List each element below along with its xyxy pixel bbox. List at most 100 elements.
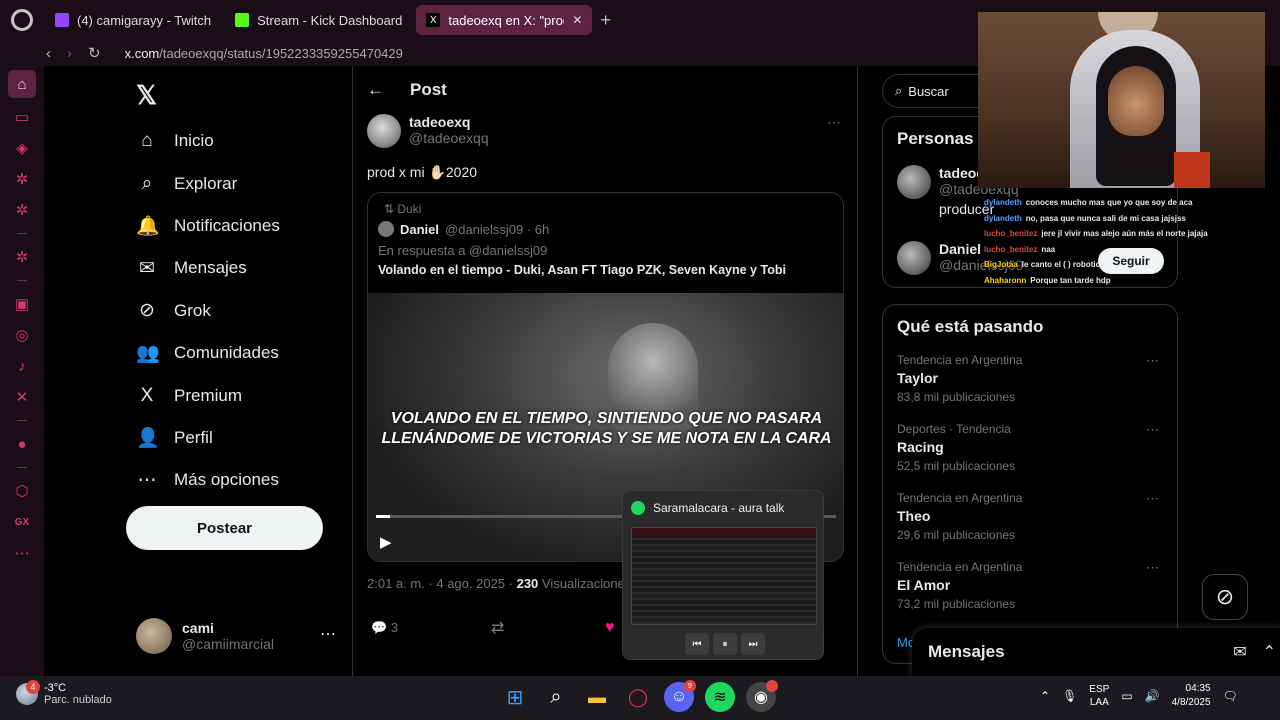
nav-perfil[interactable]: 👤 Perfil — [136, 417, 280, 459]
lyrics-line: VOLANDO EN EL TIEMPO, SINTIENDO QUE NO P… — [390, 410, 823, 427]
gx-icon[interactable]: GX — [10, 510, 34, 534]
back-icon[interactable]: ‹ — [46, 45, 51, 62]
weather-description: Parc. nublado — [44, 694, 112, 706]
home-icon[interactable]: ⌂ — [8, 70, 36, 98]
next-track-icon[interactable]: ⏭ — [741, 633, 765, 655]
tab-kick[interactable]: Stream - Kick Dashboard — [225, 5, 412, 35]
language-indicator[interactable]: ESP LAA — [1089, 683, 1109, 709]
x-icon[interactable]: ✕ — [10, 385, 34, 409]
repost-attribution: ⇅ Duki — [384, 202, 422, 216]
notifications-icon[interactable]: 🗨 — [1223, 689, 1238, 703]
search-icon[interactable]: ⌕ — [541, 682, 571, 712]
sidebar-divider — [17, 233, 27, 234]
openai-icon[interactable]: ✲ — [10, 245, 34, 269]
messages-drawer[interactable]: Mensajes ✉ ⌃ — [912, 628, 1280, 676]
opera-logo-icon[interactable] — [11, 9, 33, 31]
grok-icon[interactable]: ⊘ — [1202, 574, 1248, 620]
more-icon[interactable]: ⋯ — [10, 541, 34, 565]
trend-item[interactable]: Tendencia en Argentina Theo 29,6 mil pub… — [897, 491, 1163, 542]
more-icon[interactable]: ⋯ — [1146, 353, 1159, 369]
url-field[interactable]: x.com/tadeoexqq/status/19522333592554704… — [125, 46, 403, 61]
shield-icon[interactable]: ⬡ — [10, 479, 34, 503]
clock[interactable]: 04:35 4/8/2025 — [1172, 682, 1211, 710]
display-icon[interactable]: ▭ — [1121, 689, 1132, 703]
trend-item[interactable]: Tendencia en Argentina El Amor 73,2 mil … — [897, 560, 1163, 611]
more-icon[interactable]: ⋯ — [1146, 491, 1159, 507]
avatar — [136, 618, 172, 654]
nav-notificaciones[interactable]: 🔔 Notificaciones — [136, 205, 280, 247]
close-icon[interactable]: ✕ — [572, 13, 582, 27]
more-icon[interactable]: ⋯ — [827, 114, 841, 131]
chat-user: lucho_benitez — [984, 229, 1038, 239]
sidebar-divider — [17, 280, 27, 281]
discord-icon[interactable]: ☺ 9 — [664, 680, 696, 712]
weather-widget[interactable]: 4 -3°C Parc. nublado — [16, 680, 112, 706]
x-nav: ⌂ Inicio ⌕ Explorar 🔔 Notificaciones ✉ Mensa… — [136, 120, 280, 502]
obs-icon[interactable]: ◉ — [746, 680, 778, 712]
spotify-icon[interactable]: ≋ — [705, 682, 735, 712]
ai-icon[interactable]: ▭ — [10, 105, 34, 129]
tab-twitch[interactable]: (4) camigarayy - Twitch — [45, 5, 221, 35]
microphone-icon[interactable]: 🎙 — [1062, 689, 1077, 703]
tiktok-icon[interactable]: ♪ — [10, 354, 34, 378]
profile-icon: 👤 — [136, 427, 160, 449]
forward-icon[interactable]: › — [67, 45, 72, 62]
tab-x-post[interactable]: X tadeoexq en X: "prod x mi ✕ — [416, 5, 593, 35]
repost-icon[interactable]: ⇄ — [491, 618, 605, 638]
new-message-icon[interactable]: ✉ — [1233, 642, 1246, 662]
more-icon[interactable]: ⋯ — [1146, 422, 1159, 438]
chat-user: dylandeth — [984, 213, 1022, 223]
trend-context: Tendencia en Argentina — [897, 491, 1023, 505]
more-icon[interactable]: ⋯ — [1146, 560, 1159, 576]
nav-premium[interactable]: X Premium — [136, 374, 280, 416]
nav-comunidades[interactable]: 👥 Comunidades — [136, 332, 280, 374]
windows-start-icon[interactable]: ⊞ — [500, 682, 530, 712]
chevron-up-icon[interactable]: ⌃ — [1040, 689, 1050, 703]
reply-button[interactable]: 💬 3 — [371, 620, 491, 636]
new-tab-button[interactable]: + — [600, 10, 611, 31]
back-arrow-icon[interactable]: ← — [367, 80, 384, 100]
grok-icon: ⊘ — [139, 300, 155, 322]
opera-gx-icon[interactable]: ◯ — [623, 682, 653, 712]
nav-inicio[interactable]: ⌂ Inicio — [136, 120, 280, 162]
extension-icon[interactable]: ✲ — [10, 198, 34, 222]
windows-taskbar: 4 -3°C Parc. nublado ⊞ ⌕ ▬ ◯ ☺ 9 ≋ ◉ ⌃ 🎙 … — [0, 676, 1280, 720]
lyrics-line: LLENÁNDOME DE VICTORIAS Y SE ME NOTA EN … — [381, 430, 832, 447]
chat-text: naa — [1041, 244, 1056, 254]
trend-name: El Amor — [897, 577, 951, 593]
spotify-taskbar-preview[interactable]: Saramalacara - aura talk ⏮ ⏸ ⏭ — [622, 490, 824, 660]
previous-track-icon[interactable]: ⏮ — [685, 633, 709, 655]
player-icon[interactable]: ● — [10, 432, 34, 456]
nav-explorar[interactable]: ⌕ Explorar — [136, 162, 280, 204]
avatar — [897, 165, 931, 199]
chatgpt-icon[interactable]: ✲ — [10, 167, 34, 191]
nav-mensajes[interactable]: ✉ Mensajes — [136, 247, 280, 289]
file-explorer-icon[interactable]: ▬ — [582, 682, 612, 712]
aria-icon[interactable]: ◈ — [10, 136, 34, 160]
nav-mas-opciones[interactable]: ⋯ Más opciones — [136, 459, 280, 501]
search-placeholder: Buscar — [908, 83, 949, 99]
chat-message: lucho_benitez jere jl vivir mas alejo aún… — [984, 226, 1234, 242]
more-icon[interactable]: ⋯ — [320, 624, 336, 644]
notification-badge: 9 — [684, 680, 696, 692]
post-button[interactable]: Postear — [126, 506, 323, 550]
volume-icon[interactable]: 🔊 — [1145, 689, 1160, 703]
pause-icon[interactable]: ⏸ — [713, 633, 737, 655]
nav-grok[interactable]: ⊘ Grok — [136, 290, 280, 332]
reload-icon[interactable]: ↻ — [88, 44, 101, 62]
nav-label: Grok — [174, 300, 211, 320]
instagram-icon[interactable]: ◎ — [10, 323, 34, 347]
trend-item[interactable]: Deportes · Tendencia Racing 52,5 mil pub… — [897, 422, 1163, 473]
streamer-face — [1108, 66, 1164, 136]
cloud-icon: 4 — [16, 680, 40, 705]
twitch-icon[interactable]: ▣ — [10, 292, 34, 316]
x-logo-icon[interactable]: 𝕏 — [136, 80, 157, 111]
trend-item[interactable]: Tendencia en Argentina Taylor 83,8 mil p… — [897, 353, 1163, 404]
messages-title: Mensajes — [928, 642, 1005, 661]
post-author[interactable]: tadeoexq @tadeoexqq — [367, 114, 489, 148]
follow-button[interactable]: Seguir — [1098, 248, 1164, 274]
chevron-up-icon[interactable]: ⌃ — [1263, 642, 1276, 662]
account-switcher[interactable]: cami @camiimarcial ⋯ — [136, 618, 336, 654]
page-title: Post — [410, 80, 447, 99]
play-icon[interactable]: ▶ — [380, 533, 392, 551]
